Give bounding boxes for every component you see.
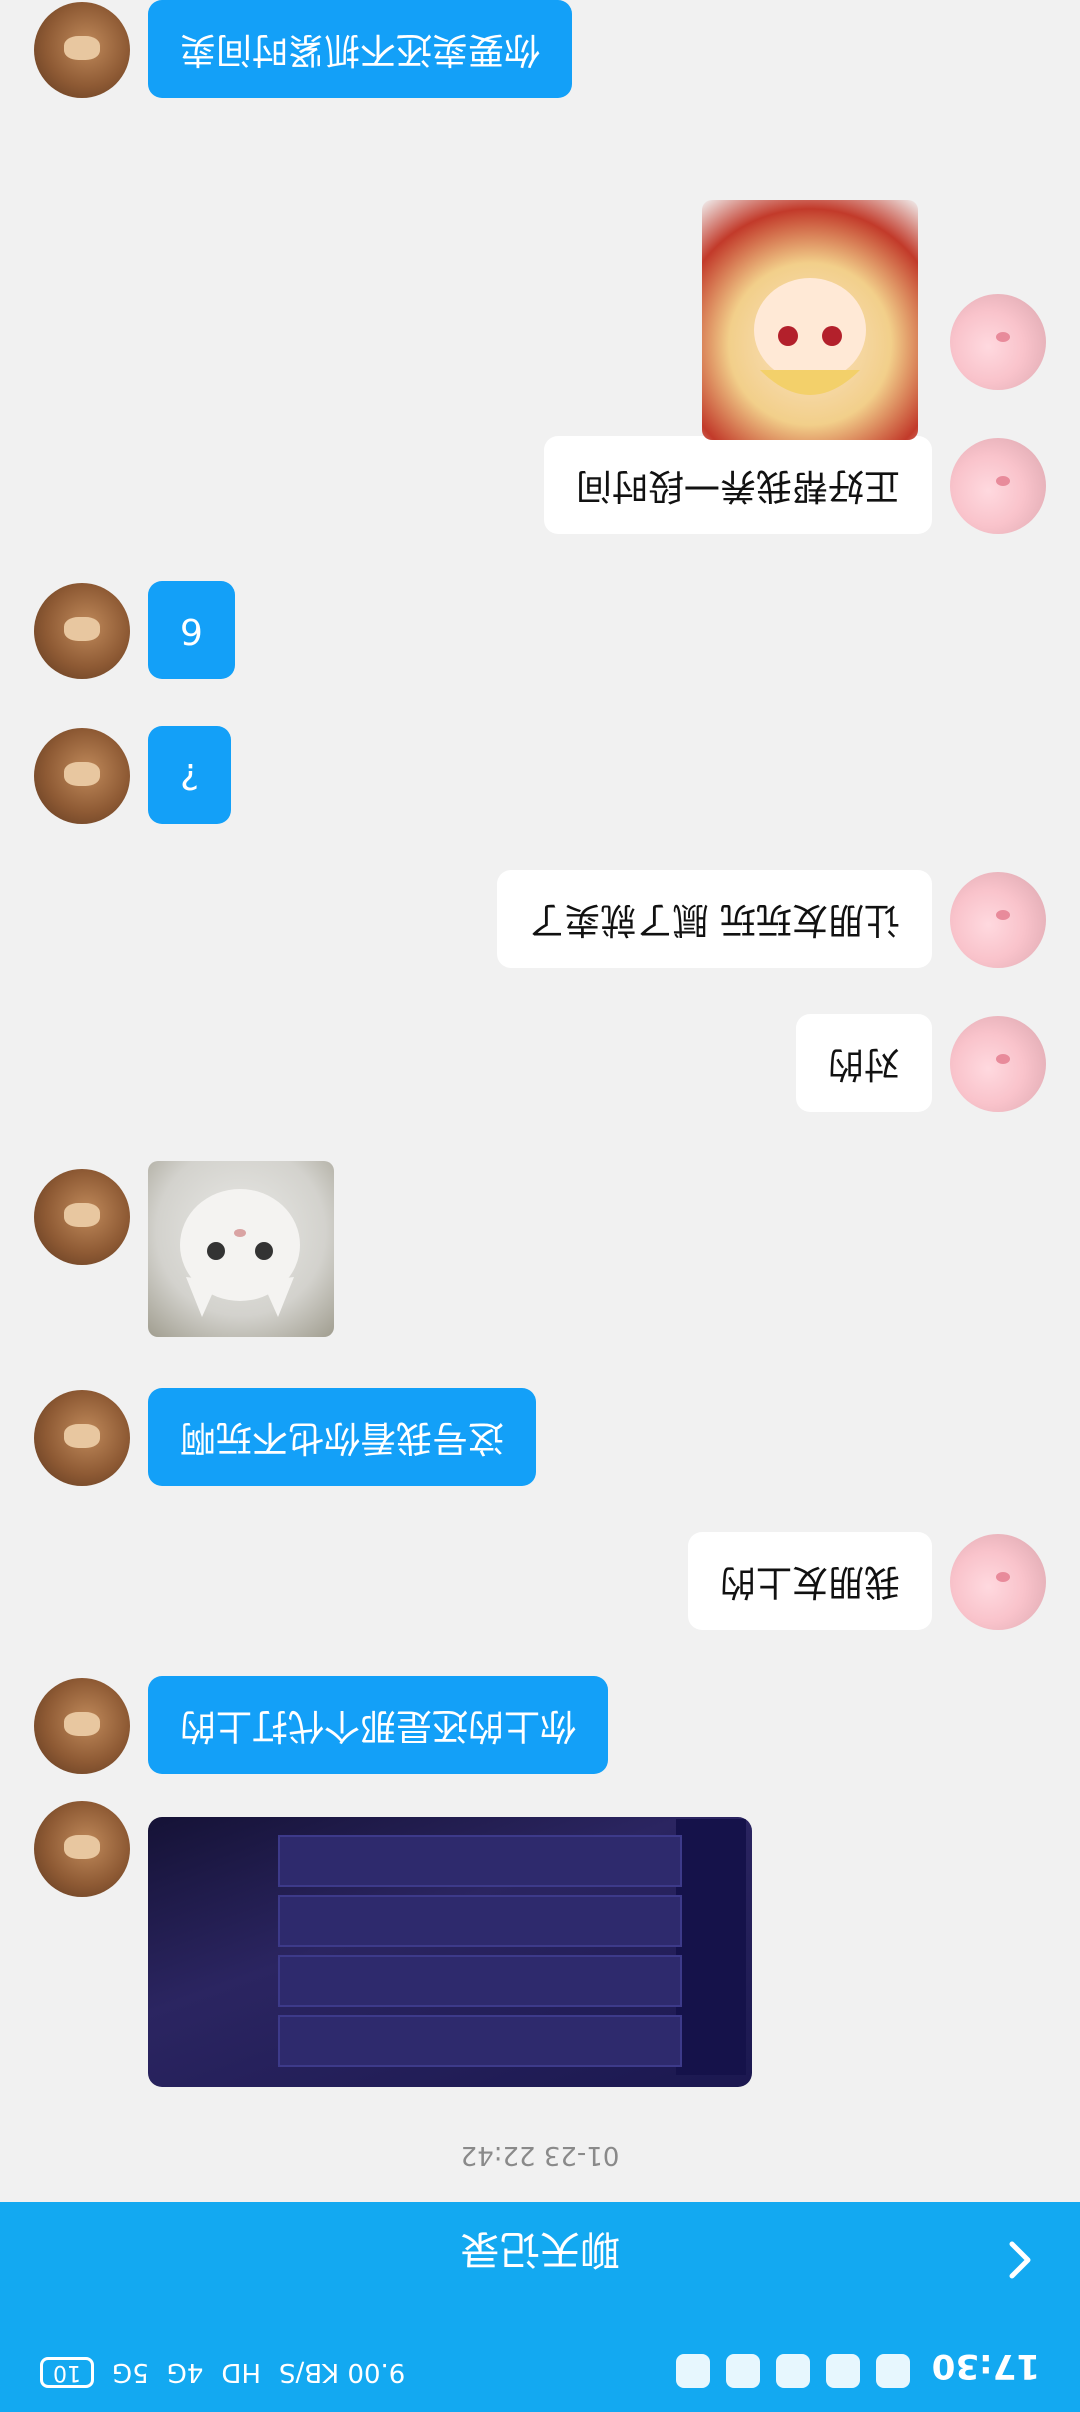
- notification-icons: [676, 2354, 910, 2388]
- chat-screen: 17:30 9.00 KB/S HD 4G 5G 10 聊天记录 01-23 2…: [0, 0, 1080, 2412]
- message-timestamp: 01-23 22:42: [460, 2140, 620, 2170]
- battery-level: 10: [53, 2360, 81, 2385]
- message-bubble[interactable]: 让朋友玩玩 腻了就卖了: [496, 870, 932, 968]
- avatar[interactable]: [950, 294, 1046, 390]
- signal-4g: 4G: [166, 2357, 204, 2388]
- cat-face-icon: [180, 1189, 300, 1317]
- avatar[interactable]: [34, 583, 130, 679]
- battery-icon: 10: [40, 2357, 94, 2388]
- status-time: 17:30: [931, 2346, 1040, 2386]
- message-bubble[interactable]: 你要卖还不抓紧时间卖: [148, 0, 573, 98]
- chat-title: 聊天记录: [460, 2226, 620, 2272]
- avatar[interactable]: [34, 1169, 130, 1265]
- avatar[interactable]: [34, 1801, 130, 1897]
- game-sidebar: [676, 1819, 746, 2075]
- avatar[interactable]: [34, 1678, 130, 1774]
- status-bar: 17:30 9.00 KB/S HD 4G 5G 10: [0, 2312, 1080, 2412]
- avatar[interactable]: [950, 1534, 1046, 1630]
- message-bubble[interactable]: 这号我看你也不玩啊: [148, 1388, 537, 1486]
- avatar[interactable]: [950, 1016, 1046, 1112]
- chat-header: 聊天记录: [0, 2202, 1080, 2312]
- game-screenshot-image[interactable]: [148, 1817, 752, 2087]
- app-notification-icon: [726, 2354, 760, 2388]
- game-row: [278, 1955, 682, 2007]
- avatar[interactable]: [950, 438, 1046, 534]
- message-bubble[interactable]: 你上的还是那个代打上的: [148, 1676, 609, 1774]
- anime-face-icon: [754, 278, 866, 395]
- game-row: [278, 2015, 682, 2067]
- status-indicators: 9.00 KB/S HD 4G 5G 10: [40, 2357, 405, 2388]
- app-notification-icon: [876, 2354, 910, 2388]
- app-notification-icon: [676, 2354, 710, 2388]
- message-bubble[interactable]: ?: [148, 726, 232, 824]
- game-row: [278, 1895, 682, 1947]
- app-notification-icon: [826, 2354, 860, 2388]
- hd-badge: HD: [221, 2357, 261, 2388]
- avatar[interactable]: [34, 2, 130, 98]
- anime-girl-sticker-image[interactable]: [702, 200, 918, 440]
- message-bubble[interactable]: 正好帮我养一段时间: [543, 436, 932, 534]
- game-row: [278, 1835, 682, 1887]
- cat-sticker-image[interactable]: [148, 1161, 334, 1337]
- signal-5g: 5G: [112, 2357, 149, 2388]
- message-bubble[interactable]: 我朋友上的: [687, 1532, 932, 1630]
- avatar[interactable]: [34, 728, 130, 824]
- message-bubble[interactable]: 6: [148, 581, 235, 679]
- avatar[interactable]: [950, 872, 1046, 968]
- message-bubble[interactable]: 对的: [795, 1014, 932, 1112]
- network-speed: 9.00 KB/S: [278, 2357, 406, 2388]
- app-notification-icon: [776, 2354, 810, 2388]
- avatar[interactable]: [34, 1390, 130, 1486]
